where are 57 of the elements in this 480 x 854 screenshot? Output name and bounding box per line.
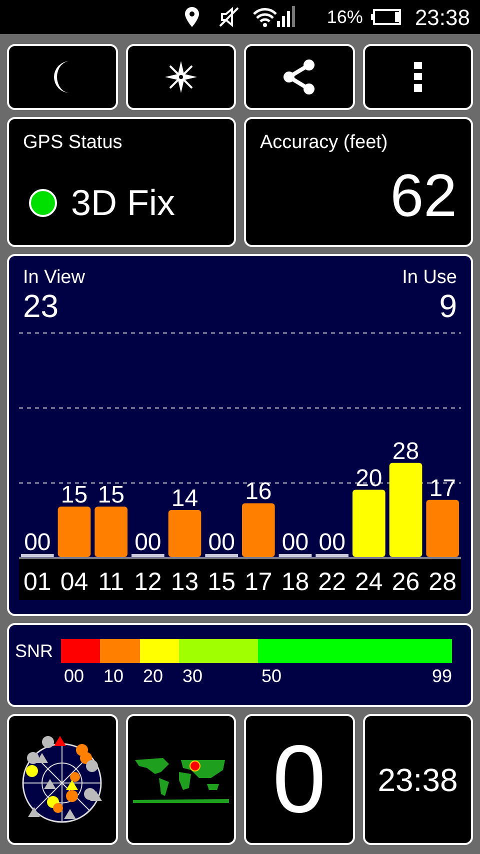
wifi-signal-icon [252,6,295,28]
bar-value-label: 20 [356,464,382,492]
accuracy-value: 62 [390,166,457,226]
muted-speaker-icon [218,7,239,27]
bar-value-label: 17 [429,474,456,502]
bar-value-label: 00 [208,528,235,556]
in-view-label: In View [23,266,85,290]
sky-plot-tile[interactable] [7,714,118,845]
world-map-tile[interactable] [126,714,236,845]
satellite-id-label: 24 [355,568,383,596]
bar-value-label: 15 [98,481,124,508]
share-icon [281,59,318,95]
clock-tile[interactable]: 23:38 [362,714,473,845]
satellite-id-label: 11 [98,568,124,596]
compass-button[interactable] [126,44,236,110]
more-vertical-icon [414,62,422,92]
fix-status: 3D Fix [71,180,176,224]
satellite-id-label: 13 [170,568,199,596]
battery-percent: 16% [326,6,363,28]
in-use-label: In Use [402,266,457,290]
satellite-id-label: 17 [244,568,272,596]
satellite-id-label: 04 [60,568,88,596]
scale-tick-label: 99 [432,667,452,685]
scale-tick-label: 00 [64,667,84,685]
scale-tick-label: 20 [142,667,164,685]
scale-tick-label: 10 [103,667,124,685]
satellite-id-label: 01 [24,568,52,596]
bar-value-label: 00 [134,528,162,556]
satellite-id-label: 15 [208,568,236,596]
value-tile[interactable]: 0 [244,714,354,845]
card-label: GPS Status [23,131,124,155]
bar-value-label: 00 [318,528,346,556]
scale-tick-label: 50 [261,667,282,685]
satellite-id-label: 12 [134,568,162,596]
satellite-id-label: 18 [281,568,310,596]
in-use-count: 9 [439,290,457,322]
bar-value-label: 14 [171,484,198,512]
scale-tick-label: 30 [182,667,203,685]
status-time: 23:38 [414,4,470,32]
satellite-id-label: 26 [392,568,420,596]
bar-value-label: 15 [60,481,88,508]
battery-icon [370,9,401,25]
bar-value-label: 00 [24,528,51,556]
share-button[interactable] [244,44,354,110]
tile-value: 0 [272,732,326,828]
clock-time: 23:38 [378,760,458,800]
bar-value-label: 16 [245,478,272,505]
snr-label: SNR [15,640,54,663]
more-options-button[interactable] [362,44,473,110]
bar-value-label: 28 [392,438,420,465]
card-label: Accuracy (feet) [260,131,389,155]
in-view-count: 23 [23,290,60,322]
location-pin-icon [184,7,199,27]
bar-value-label: 00 [282,528,309,556]
night-mode-button[interactable] [7,44,118,110]
satellite-id-label: 28 [428,568,456,596]
satellite-id-label: 22 [318,568,346,596]
